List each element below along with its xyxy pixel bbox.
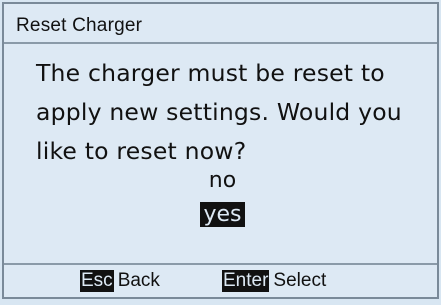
dialog-title: Reset Charger [16, 15, 143, 36]
esc-key-badge: Esc [80, 270, 114, 292]
option-no-label: no [208, 168, 237, 193]
back-label: Back [117, 270, 160, 291]
option-no[interactable]: no [4, 168, 441, 193]
select-label: Select [273, 270, 327, 291]
option-yes-selected[interactable]: yes [4, 202, 441, 227]
softkey-bar: Esc Back Enter Select [4, 263, 437, 297]
charger-display: Reset Charger The charger must be reset … [2, 2, 439, 299]
dialog-message: The charger must be reset to apply new s… [36, 59, 402, 165]
back-softkey[interactable]: Esc Back [80, 270, 160, 292]
option-yes-label: yes [200, 202, 245, 227]
select-softkey[interactable]: Enter Select [222, 270, 326, 292]
enter-key-badge: Enter [222, 270, 270, 292]
title-bar: Reset Charger [4, 4, 437, 44]
